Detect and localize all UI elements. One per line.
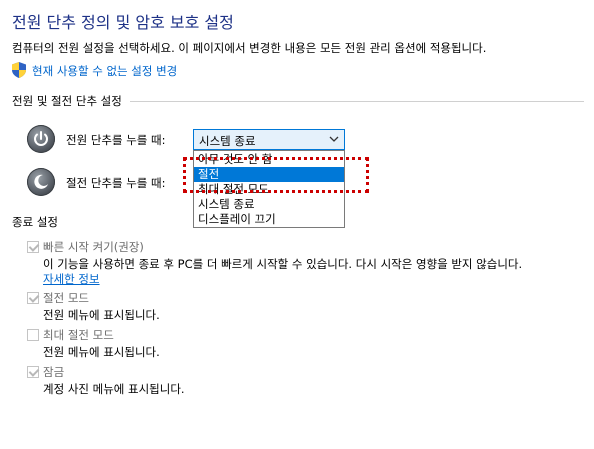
dropdown-option-shutdown[interactable]: 시스템 종료: [194, 197, 344, 212]
change-unavailable-settings-link[interactable]: 현재 사용할 수 없는 설정 변경: [32, 63, 177, 79]
page-description: 컴퓨터의 전원 설정을 선택하세요. 이 페이지에서 변경한 내용은 모든 전원…: [12, 41, 487, 55]
sleep-checkbox[interactable]: [27, 292, 39, 304]
shutdown-section-header: 종료 설정: [12, 214, 584, 230]
more-info-link[interactable]: 자세한 정보: [43, 271, 100, 287]
power-button-label: 전원 단추를 누를 때:: [66, 133, 166, 147]
page-title: 전원 단추 정의 및 암호 보호 설정: [12, 13, 234, 32]
hibernate-checkbox[interactable]: [27, 329, 39, 341]
hibernate-label: 최대 절전 모드: [43, 328, 114, 342]
shield-icon: [12, 62, 26, 78]
power-section-label: 전원 및 절전 단추 설정: [12, 94, 122, 108]
dropdown-option-hibernate[interactable]: 최대 절전 모드: [194, 182, 344, 197]
sleep-description: 전원 메뉴에 표시됩니다.: [43, 308, 160, 322]
section-divider: [129, 100, 584, 102]
hibernate-description: 전원 메뉴에 표시됩니다.: [43, 345, 160, 359]
sleep-label: 절전 모드: [43, 291, 89, 305]
lock-description: 계정 사진 메뉴에 표시됩니다.: [43, 382, 185, 396]
fast-startup-label: 빠른 시작 켜기(권장): [43, 240, 144, 254]
dropdown-option-do-nothing[interactable]: 아무 것도 안 함: [194, 152, 344, 167]
power-button-selected-value: 시스템 종료: [199, 134, 256, 148]
lock-label: 잠금: [43, 365, 65, 379]
shutdown-section-label: 종료 설정: [12, 215, 58, 229]
chevron-down-icon: [329, 136, 339, 142]
dropdown-option-sleep[interactable]: 절전: [194, 167, 344, 182]
sleep-button-label: 절전 단추를 누를 때:: [66, 176, 166, 190]
power-section-header: 전원 및 절전 단추 설정: [12, 93, 584, 109]
power-button-action-select[interactable]: 시스템 종료: [193, 129, 345, 150]
lock-checkbox[interactable]: [27, 366, 39, 378]
fast-startup-checkbox[interactable]: [27, 241, 39, 253]
power-button-icon: [27, 125, 55, 153]
sleep-button-icon: [27, 168, 55, 196]
fast-startup-description: 이 기능을 사용하면 종료 후 PC를 더 빠르게 시작할 수 있습니다. 다시…: [43, 257, 523, 271]
